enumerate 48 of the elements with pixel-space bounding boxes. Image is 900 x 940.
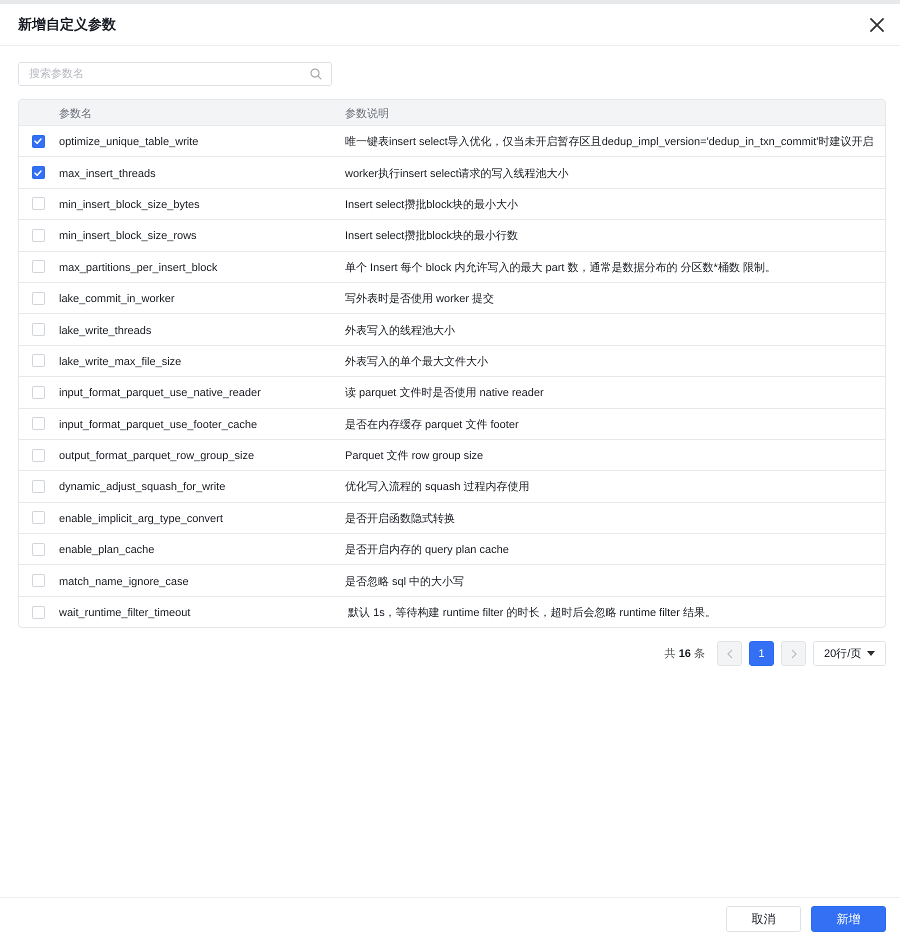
search-icon [310,68,322,80]
chevron-left-icon [724,648,734,660]
table-cell: enable_implicit_arg_type_convert [59,512,223,525]
checkbox[interactable] [32,166,44,180]
close-icon[interactable] [870,18,884,32]
table-cell: max_partitions_per_insert_block [59,262,218,274]
dialog-title: 新增自定义参数 [18,16,116,34]
table-cell: Parquet 文件 row group size [345,450,484,462]
checkbox[interactable] [32,134,44,148]
table-cell: 是否开启内存的 query plan cache [345,544,509,556]
table-cell: lake_commit_in_worker [59,293,175,306]
table-cell: 外表写入的单个最大文件大小 [345,356,488,368]
table-cell: 是否在内存缓存 parquet 文件 footer [345,418,519,431]
total-count: 共 16 条 [664,647,705,662]
table-cell: lake_write_max_file_size [59,356,182,368]
table-cell: 是否开启函数隐式转换 [345,512,455,525]
page-size-select[interactable]: 20行/页 [813,641,886,666]
table-cell: 单个 Insert 每个 block 内允许写入的最大 part 数，通常是数据分布的 分区数*桶数 限制。 [345,262,776,274]
table-cell: min_insert_block_size_bytes [59,198,200,211]
table-cell: 是否忽略 sql 中的大小写 [345,576,464,588]
table-cell: 写外表时是否使用 worker 提交 [345,293,494,306]
table-cell: 优化写入流程的 squash 过程内存使用 [345,481,530,494]
table-cell: worker执行insert select请求的写入线程池大小 [345,168,569,180]
table-cell: enable_plan_cache [59,544,154,556]
column-header: 参数说明 [345,108,389,120]
table-cell: input_format_parquet_use_native_reader [59,387,261,400]
table-cell: Insert select攒批block块的最小大小 [345,198,518,211]
table-cell: 外表写入的线程池大小 [345,324,455,337]
column-header: 参数名 [59,108,92,120]
page-button[interactable]: 1 [749,641,774,666]
table-cell: wait_runtime_filter_timeout [59,607,190,620]
chevron-right-icon [788,648,798,660]
table-cell: output_format_parquet_row_group_size [59,450,254,462]
cancel-button[interactable]: 取消 [726,906,801,932]
table-cell-text: 默认 1s，等待构建 runtime filter 的时长，超时后会忽略 runtime filter 结果。 [347,607,716,620]
table-cell: optimize_unique_table_write [59,136,198,148]
table-cell: input_format_parquet_use_footer_cache [59,418,258,431]
table-cell: match_name_ignore_case [59,576,189,588]
table-cell: 读 parquet 文件时是否使用 native reader [345,387,544,400]
table-cell: max_insert_threads [59,168,156,180]
search-field[interactable]: 搜索参数名 [18,62,332,86]
table-cell: dynamic_adjust_squash_for_write [59,481,226,494]
table-cell: lake_write_threads [59,324,152,337]
table-cell: 唯一键表insert select导入优化，仅当未开启暂存区且dedup_impl_version='dedup_in_txn_commit'时建议开启 [345,136,874,148]
table-cell: min_insert_block_size_rows [59,230,197,242]
add-button[interactable]: 新增 [811,906,886,932]
table-cell: Insert select攒批block块的最小行数 [345,230,518,242]
caret-icon [867,651,875,656]
